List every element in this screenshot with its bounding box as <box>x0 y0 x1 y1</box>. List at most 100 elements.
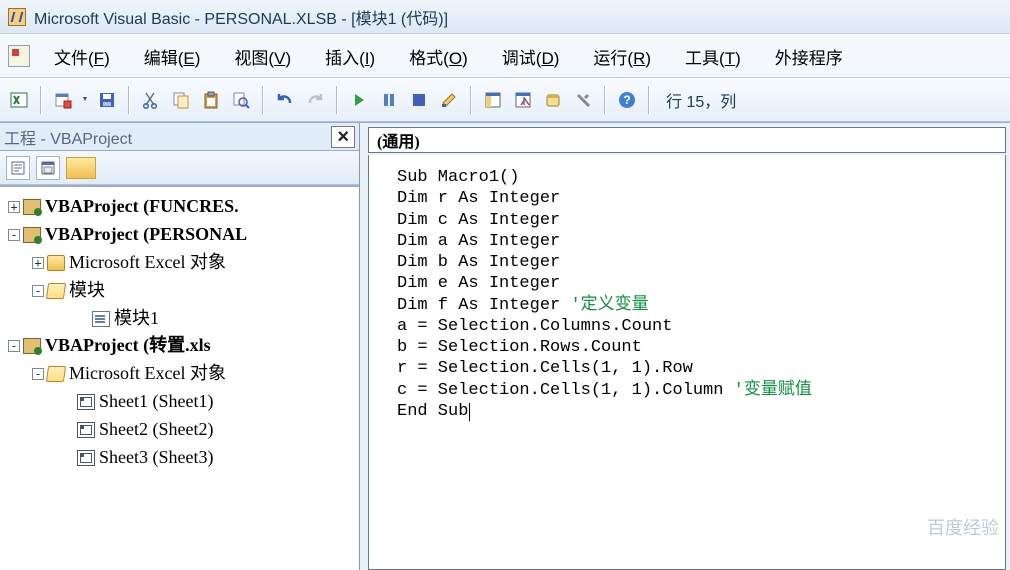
collapse-icon[interactable]: - <box>8 340 20 352</box>
code-line: r = Selection.Cells(1, 1).Row <box>397 358 997 379</box>
insert-dropdown-icon[interactable]: ▼ <box>80 87 90 113</box>
project-pane-header: 工程 - VBAProject × <box>0 123 359 151</box>
project-tree[interactable]: + VBAProject (FUNCRES. - VBAProject (PER… <box>0 185 359 570</box>
run-sub-button[interactable] <box>346 87 372 113</box>
menu-tools[interactable]: 工具(T) <box>675 40 751 73</box>
close-pane-button[interactable]: × <box>331 126 355 148</box>
tree-spacer <box>62 424 74 436</box>
tree-spacer <box>62 396 74 408</box>
code-line: Dim c As Integer <box>397 210 997 231</box>
find-icon <box>232 91 250 109</box>
sheet-icon <box>77 450 95 466</box>
code-line: Dim f As Integer '定义变量 <box>397 295 997 316</box>
project-icon <box>23 199 41 215</box>
reset-button[interactable] <box>406 87 432 113</box>
collapse-icon[interactable]: - <box>32 285 44 297</box>
code-comment: '变量赋值 <box>734 381 812 400</box>
menu-run[interactable]: 运行(R) <box>583 40 661 73</box>
undo-button[interactable] <box>272 87 298 113</box>
system-menu-icon[interactable] <box>8 45 30 67</box>
tree-label: VBAProject (转置.xls <box>45 332 211 360</box>
object-dropdown[interactable]: (通用) <box>368 127 1006 153</box>
tree-spacer <box>62 452 74 464</box>
standard-toolbar: ▼ ? 行 <box>0 78 1010 122</box>
project-icon <box>23 227 41 243</box>
tree-label: Sheet3 (Sheet3) <box>99 444 213 472</box>
tree-sheet1[interactable]: Sheet1 (Sheet1) <box>0 388 359 416</box>
toolbar-separator <box>262 86 264 114</box>
paste-button[interactable] <box>198 87 224 113</box>
tree-sheet3[interactable]: Sheet3 (Sheet3) <box>0 444 359 472</box>
toolbox-button[interactable] <box>570 87 596 113</box>
tree-sheet2[interactable]: Sheet2 (Sheet2) <box>0 416 359 444</box>
collapse-icon[interactable]: - <box>8 229 20 241</box>
module-icon <box>92 311 110 327</box>
toolbar-separator <box>604 86 606 114</box>
code-line: Dim a As Integer <box>397 231 997 252</box>
cut-icon <box>142 91 160 109</box>
menu-addins[interactable]: 外接程序 <box>765 40 853 73</box>
tree-excel-objects-2[interactable]: - Microsoft Excel 对象 <box>0 360 359 388</box>
tree-modules-folder[interactable]: - 模块 <box>0 277 359 305</box>
object-dropdown-value: (通用) <box>377 128 420 152</box>
watermark: 百度经验 <box>927 517 999 540</box>
insert-item-button[interactable] <box>50 87 76 113</box>
properties-button[interactable] <box>510 87 536 113</box>
copy-button[interactable] <box>168 87 194 113</box>
tree-label: VBAProject (FUNCRES. <box>45 193 239 221</box>
menu-format[interactable]: 格式(O) <box>399 40 478 73</box>
project-icon <box>23 338 41 354</box>
expand-icon[interactable]: + <box>8 201 20 213</box>
tree-label: 模块 <box>69 277 105 305</box>
toggle-folders-button[interactable] <box>66 157 96 179</box>
code-editor[interactable]: Sub Macro1() Dim r As Integer Dim c As I… <box>368 155 1006 570</box>
menu-debug[interactable]: 调试(D) <box>492 40 570 73</box>
paste-icon <box>202 91 220 109</box>
view-code-button[interactable] <box>6 156 30 180</box>
tree-excel-objects[interactable]: + Microsoft Excel 对象 <box>0 249 359 277</box>
window-titlebar: Microsoft Visual Basic - PERSONAL.XLSB -… <box>0 0 1010 34</box>
view-excel-button[interactable] <box>6 87 32 113</box>
toolbar-separator <box>128 86 130 114</box>
folder-open-icon <box>46 283 66 299</box>
expand-icon[interactable]: + <box>32 257 44 269</box>
project-pane-title: 工程 - VBAProject <box>4 125 132 149</box>
code-line: Dim e As Integer <box>397 273 997 294</box>
menu-insert[interactable]: 插入(I) <box>315 40 385 73</box>
excel-icon <box>10 91 28 109</box>
toolbar-separator <box>40 86 42 114</box>
code-line: End Sub <box>397 401 997 422</box>
help-button[interactable]: ? <box>614 87 640 113</box>
break-button[interactable] <box>376 87 402 113</box>
save-button[interactable] <box>94 87 120 113</box>
tree-project-personal[interactable]: - VBAProject (PERSONAL <box>0 221 359 249</box>
project-explorer-pane: 工程 - VBAProject × + VBAProject (FUNCRES.… <box>0 123 360 570</box>
tree-label: VBAProject (PERSONAL <box>45 221 247 249</box>
find-button[interactable] <box>228 87 254 113</box>
object-browser-button[interactable] <box>540 87 566 113</box>
tree-label: Sheet1 (Sheet1) <box>99 388 213 416</box>
collapse-icon[interactable]: - <box>32 368 44 380</box>
window-title: Microsoft Visual Basic - PERSONAL.XLSB -… <box>34 5 448 29</box>
code-line: Sub Macro1() <box>397 167 997 188</box>
tree-project-funcres[interactable]: + VBAProject (FUNCRES. <box>0 193 359 221</box>
browser-icon <box>544 91 562 109</box>
workspace: 工程 - VBAProject × + VBAProject (FUNCRES.… <box>0 122 1010 570</box>
tree-project-zhuanzhi[interactable]: - VBAProject (转置.xls <box>0 332 359 360</box>
text-cursor <box>469 403 470 421</box>
project-explorer-button[interactable] <box>480 87 506 113</box>
redo-icon <box>306 91 324 109</box>
menu-file[interactable]: 文件(F) <box>44 40 120 73</box>
menu-view[interactable]: 视图(V) <box>224 40 301 73</box>
folder-open-icon <box>46 366 66 382</box>
toolbar-separator <box>470 86 472 114</box>
menu-edit[interactable]: 编辑(E) <box>134 40 211 73</box>
design-icon <box>440 91 458 109</box>
tree-module1[interactable]: 模块1 <box>0 305 359 333</box>
design-mode-button[interactable] <box>436 87 462 113</box>
view-object-button[interactable] <box>36 156 60 180</box>
redo-button[interactable] <box>302 87 328 113</box>
object-view-icon <box>41 161 55 175</box>
tree-label: 模块1 <box>114 305 159 333</box>
cut-button[interactable] <box>138 87 164 113</box>
